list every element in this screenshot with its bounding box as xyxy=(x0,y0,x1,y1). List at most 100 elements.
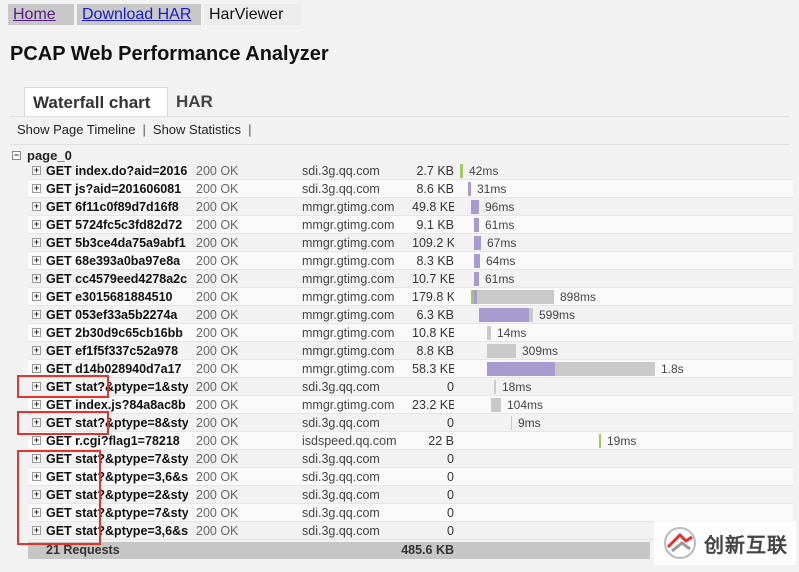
table-row[interactable]: + GET stat?&ptype=7&sty 200 OK sdi.3g.qq.co… xyxy=(28,450,793,468)
expand-icon[interactable]: + xyxy=(32,202,41,211)
table-row[interactable]: + GET index.do?aid=2016 200 OK sdi.3g.qq.co… xyxy=(28,162,793,180)
timeline-bar xyxy=(460,164,463,178)
collapse-icon[interactable]: − xyxy=(12,151,21,160)
summary-row: 21 Requests 485.6 KB xyxy=(28,542,650,559)
expand-icon[interactable]: + xyxy=(32,364,41,373)
expand-icon[interactable]: + xyxy=(32,328,41,337)
table-row[interactable]: + GET r.cgi?flag1=78218 200 OK isdspeed.qq.… xyxy=(28,432,793,450)
request-timeline xyxy=(460,450,793,468)
timeline-duration: 104ms xyxy=(507,398,544,412)
timeline-bar xyxy=(474,272,479,286)
download-har-link[interactable]: Download HAR xyxy=(77,4,201,25)
request-timeline: 67ms xyxy=(460,234,793,252)
expand-icon[interactable]: + xyxy=(32,400,41,409)
tab-har[interactable]: HAR xyxy=(168,87,221,116)
expand-icon[interactable]: + xyxy=(32,346,41,355)
table-row[interactable]: + GET stat?&ptype=1&sty 200 OK sdi.3g.qq.co… xyxy=(28,378,793,396)
request-domain: mmgr.gtimg.com xyxy=(302,200,395,214)
timeline-segment xyxy=(487,344,516,358)
table-row[interactable]: + GET cc4579eed4278a2c 200 OK mmgr.gtimg.co… xyxy=(28,270,793,288)
watermark-logo-icon xyxy=(664,527,696,559)
request-size: 49.8 KB xyxy=(412,200,454,214)
timeline-segment xyxy=(474,236,481,250)
request-domain: mmgr.gtimg.com xyxy=(302,272,395,286)
timeline-bar xyxy=(471,290,554,304)
timeline-bar xyxy=(468,182,471,196)
request-status: 200 OK xyxy=(196,164,239,178)
table-row[interactable]: + GET index.js?84a8ac8b 200 OK mmgr.gtimg.c… xyxy=(28,396,793,414)
expand-icon[interactable]: + xyxy=(32,256,41,265)
request-domain: mmgr.gtimg.com xyxy=(302,398,395,412)
table-row[interactable]: + GET stat?&ptype=8&sty 200 OK sdi.3g.qq.co… xyxy=(28,414,793,432)
request-status: 200 OK xyxy=(196,182,239,196)
table-row[interactable]: + GET ef1f5f337c52a978 200 OK mmgr.gtimg.co… xyxy=(28,342,793,360)
table-row[interactable]: + GET e3015681884510 200 OK mmgr.gtimg.com 1… xyxy=(28,288,793,306)
request-status: 200 OK xyxy=(196,452,239,466)
highlight-box xyxy=(17,450,101,545)
request-size: 0 xyxy=(447,524,454,538)
table-row[interactable]: + GET stat?&ptype=2&sty 200 OK sdi.3g.qq.co… xyxy=(28,486,793,504)
timeline-duration: 64ms xyxy=(486,254,516,268)
request-status: 200 OK xyxy=(196,308,239,322)
expand-icon[interactable]: + xyxy=(32,274,41,283)
request-domain: mmgr.gtimg.com xyxy=(302,308,395,322)
request-url: GET 6f11c0f89d7d16f8 xyxy=(46,200,179,214)
page-group[interactable]: − page_0 xyxy=(12,148,72,163)
home-link[interactable]: Home xyxy=(8,4,74,25)
expand-icon[interactable]: + xyxy=(32,238,41,247)
request-status: 200 OK xyxy=(196,236,239,250)
timeline-bar xyxy=(474,254,480,268)
tab-waterfall-chart[interactable]: Waterfall chart xyxy=(24,87,168,116)
timeline-segment xyxy=(494,380,496,394)
timeline-duration: 31ms xyxy=(477,182,507,196)
request-timeline: 599ms xyxy=(460,306,793,324)
table-row[interactable]: + GET 6f11c0f89d7d16f8 200 OK mmgr.gtimg.co… xyxy=(28,198,793,216)
timeline-segment xyxy=(479,308,529,322)
table-row[interactable]: + GET 5b3ce4da75a9abf1 200 OK mmgr.gtimg.co… xyxy=(28,234,793,252)
request-domain: mmgr.gtimg.com xyxy=(302,236,395,250)
request-timeline: 42ms xyxy=(460,162,793,180)
show-page-timeline-link[interactable]: Show Page Timeline xyxy=(17,122,136,137)
table-row[interactable]: + GET 68e393a0ba97e8a 200 OK mmgr.gtimg.com… xyxy=(28,252,793,270)
expand-icon[interactable]: + xyxy=(32,436,41,445)
request-url: GET cc4579eed4278a2c xyxy=(46,272,188,286)
expand-icon[interactable]: + xyxy=(32,220,41,229)
timeline-duration: 96ms xyxy=(485,200,515,214)
expand-icon[interactable]: + xyxy=(32,310,41,319)
expand-icon[interactable]: + xyxy=(32,166,41,175)
table-row[interactable]: + GET 5724fc5c3fd82d72 200 OK mmgr.gtimg.co… xyxy=(28,216,793,234)
request-size: 10.7 KB xyxy=(412,272,454,286)
request-url: GET 2b30d9c65cb16bb xyxy=(46,326,183,340)
table-row[interactable]: + GET js?aid=201606081 200 OK sdi.3g.qq.com… xyxy=(28,180,793,198)
table-row[interactable]: + GET 053ef33a5b2274a 200 OK mmgr.gtimg.com… xyxy=(28,306,793,324)
request-size: 10.8 KB xyxy=(412,326,454,340)
timeline-duration: 61ms xyxy=(485,218,515,232)
request-status: 200 OK xyxy=(196,200,239,214)
request-size: 8.6 KB xyxy=(416,182,454,196)
request-domain: mmgr.gtimg.com xyxy=(302,344,395,358)
expand-icon[interactable]: + xyxy=(32,184,41,193)
request-size: 109.2 KB xyxy=(412,236,454,250)
timeline-bar xyxy=(511,416,512,430)
harviewer-current: HarViewer xyxy=(204,4,301,25)
request-timeline: 14ms xyxy=(460,324,793,342)
timeline-duration: 19ms xyxy=(607,434,637,448)
request-timeline xyxy=(460,486,793,504)
request-url: GET 5724fc5c3fd82d72 xyxy=(46,218,183,232)
table-row[interactable]: + GET d14b028940d7a17 200 OK mmgr.gtimg.com… xyxy=(28,360,793,378)
request-status: 200 OK xyxy=(196,524,239,538)
timeline-duration: 9ms xyxy=(518,416,541,430)
table-row[interactable]: + GET 2b30d9c65cb16bb 200 OK mmgr.gtimg.com… xyxy=(28,324,793,342)
table-row[interactable]: + GET stat?&ptype=7&sty 200 OK sdi.3g.qq.co… xyxy=(28,504,793,522)
timeline-segment xyxy=(487,326,491,340)
table-row[interactable]: + GET stat?&ptype=3,6&s 200 OK sdi.3g.qq.co… xyxy=(28,468,793,486)
request-table: + GET index.do?aid=2016 200 OK sdi.3g.qq.co… xyxy=(28,162,793,540)
request-url: GET index.do?aid=2016 xyxy=(46,164,188,178)
request-domain: mmgr.gtimg.com xyxy=(302,362,395,376)
request-status: 200 OK xyxy=(196,506,239,520)
expand-icon[interactable]: + xyxy=(32,292,41,301)
request-domain: sdi.3g.qq.com xyxy=(302,164,380,178)
toolbar: Show Page Timeline | Show Statistics | xyxy=(17,122,258,137)
timeline-duration: 61ms xyxy=(485,272,515,286)
show-statistics-link[interactable]: Show Statistics xyxy=(153,122,241,137)
